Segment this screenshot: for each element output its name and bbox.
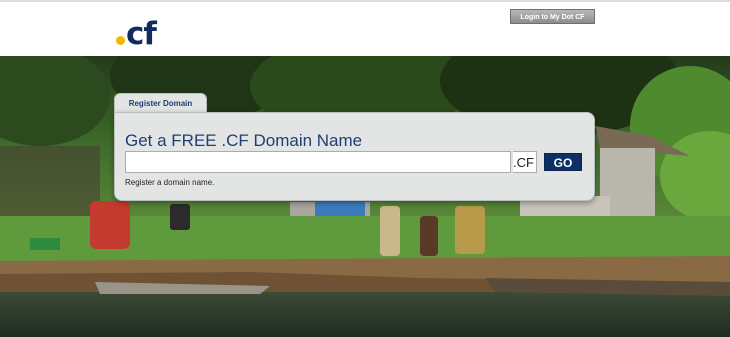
login-button[interactable]: Login to My Dot CF bbox=[510, 9, 595, 24]
go-button[interactable]: GO bbox=[544, 153, 582, 171]
site-logo[interactable]: cf bbox=[116, 10, 157, 52]
domain-suffix-label: .CF bbox=[513, 151, 537, 173]
panel-title: Get a FREE .CF Domain Name bbox=[125, 131, 363, 150]
logo-dot-icon bbox=[116, 36, 125, 45]
helper-text: Register a domain name. bbox=[125, 178, 215, 187]
site-header: cf Login to My Dot CF bbox=[0, 2, 730, 56]
logo-text: cf bbox=[126, 16, 157, 52]
register-domain-panel: Get a FREE .CF Domain Name .CF GO Regist… bbox=[114, 112, 595, 201]
domain-search-input[interactable] bbox=[125, 151, 511, 173]
tab-register-domain[interactable]: Register Domain bbox=[114, 93, 207, 113]
